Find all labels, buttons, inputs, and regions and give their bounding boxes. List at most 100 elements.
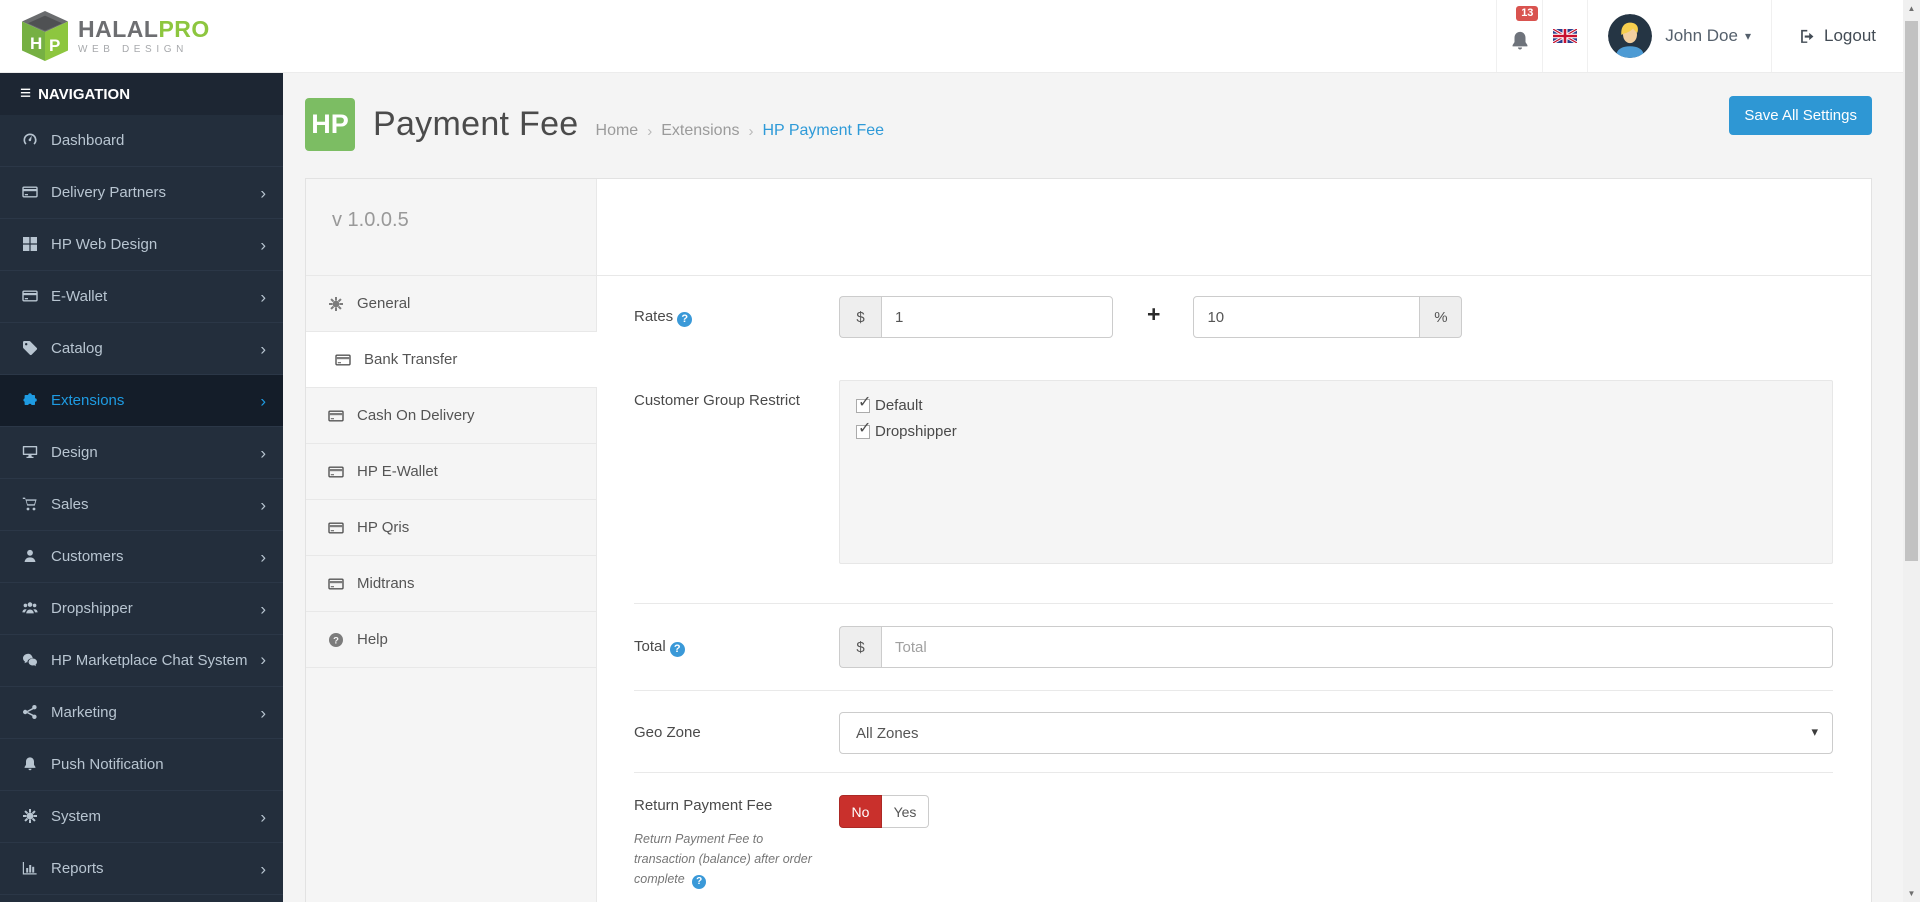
tab-cash-on-delivery[interactable]: Cash On Delivery xyxy=(306,388,596,444)
divider xyxy=(634,690,1833,691)
sidebar-item-catalog[interactable]: Catalog › xyxy=(0,323,283,375)
brand-name-primary: HALAL xyxy=(78,15,159,42)
customer-group-well: ✓ Default ✓ Dropshipper xyxy=(839,380,1833,564)
check-icon: ✓ xyxy=(858,419,872,437)
sidebar-item-dropshipper[interactable]: Dropshipper › xyxy=(0,583,283,635)
sidebar-item-sales[interactable]: Sales › xyxy=(0,479,283,531)
chevron-right-icon: › xyxy=(260,703,266,722)
rate-percent-input[interactable] xyxy=(1193,296,1421,338)
sidebar-item-reports[interactable]: Reports › xyxy=(0,843,283,895)
main-content: HP Payment Fee Home › Extensions › HP Pa… xyxy=(283,73,1903,902)
scroll-up-arrow-icon[interactable]: ▲ xyxy=(1903,4,1920,13)
total-group: $ xyxy=(839,626,1833,668)
credit-card-icon xyxy=(22,288,38,304)
save-all-settings-button[interactable]: Save All Settings xyxy=(1729,96,1872,135)
tab-midtrans[interactable]: Midtrans xyxy=(306,556,596,612)
tab-content: Rates? $ + % xyxy=(597,179,1871,902)
return-fee-yes-button[interactable]: Yes xyxy=(882,795,929,828)
page-title: Payment Fee xyxy=(373,104,579,143)
chevron-right-icon: › xyxy=(260,235,266,254)
bank-transfer-form: Rates? $ + % xyxy=(597,276,1871,902)
sidebar: ≡ NAVIGATION Dashboard Delivery Partners… xyxy=(0,73,283,902)
breadcrumb-extensions[interactable]: Extensions xyxy=(661,122,739,140)
sidebar-item-label: Catalog xyxy=(51,340,103,357)
breadcrumb: Home › Extensions › HP Payment Fee xyxy=(596,122,885,140)
rate-fixed-input[interactable] xyxy=(881,296,1113,338)
checkbox-label[interactable]: Dropshipper xyxy=(875,423,957,440)
user-menu[interactable]: John Doe ▾ xyxy=(1587,0,1771,72)
rate-fixed-group: $ xyxy=(839,296,1113,338)
check-icon: ✓ xyxy=(858,393,872,411)
halalpro-cube-logo-icon: H P xyxy=(22,11,68,61)
customer-group-option: ✓ Default xyxy=(856,394,1816,414)
sidebar-item-system[interactable]: System › xyxy=(0,791,283,843)
divider xyxy=(634,603,1833,604)
help-icon[interactable]: ? xyxy=(692,874,707,889)
sidebar-item-delivery-partners[interactable]: Delivery Partners › xyxy=(0,167,283,219)
sidebar-item-design[interactable]: Design › xyxy=(0,427,283,479)
return-fee-label: Return Payment Fee xyxy=(634,797,773,814)
chevron-right-icon: › xyxy=(748,122,754,140)
puzzle-icon xyxy=(22,392,38,408)
tab-bank-transfer[interactable]: Bank Transfer xyxy=(306,332,597,388)
sign-out-icon xyxy=(1799,28,1816,45)
bell-icon xyxy=(1509,30,1531,52)
tab-general[interactable]: General xyxy=(306,276,596,332)
sidebar-item-label: Push Notification xyxy=(51,756,164,773)
language-button[interactable] xyxy=(1542,0,1587,72)
help-icon[interactable]: ? xyxy=(677,311,693,327)
customer-group-option: ✓ Dropshipper xyxy=(856,420,1816,440)
sidebar-item-e-wallet[interactable]: E-Wallet › xyxy=(0,271,283,323)
dropshipper-checkbox[interactable]: ✓ xyxy=(856,420,871,439)
checkbox-label[interactable]: Default xyxy=(875,397,923,414)
sidebar-item-label: Dropshipper xyxy=(51,600,133,617)
windows-icon xyxy=(22,236,38,252)
sidebar-item-label: Reports xyxy=(51,860,104,877)
chevron-right-icon: › xyxy=(260,859,266,878)
help-icon[interactable]: ? xyxy=(669,641,685,657)
sidebar-item-label: Dashboard xyxy=(51,132,125,149)
chevron-right-icon: › xyxy=(260,599,266,618)
sidebar-item-label: Customers xyxy=(51,548,124,565)
tab-help[interactable]: Help xyxy=(306,612,596,668)
scroll-down-arrow-icon[interactable]: ▼ xyxy=(1903,889,1920,898)
credit-card-icon xyxy=(328,408,344,424)
credit-card-icon xyxy=(335,352,351,368)
sidebar-item-push-notification[interactable]: Push Notification xyxy=(0,739,283,791)
sidebar-item-label: Design xyxy=(51,444,98,461)
scrollbar-thumb[interactable] xyxy=(1905,21,1918,561)
return-payment-fee-row: Return Payment Fee Return Payment Fee to… xyxy=(634,795,1833,902)
hamburger-icon[interactable]: ≡ xyxy=(20,83,31,105)
tag-icon xyxy=(22,340,38,356)
sidebar-item-dashboard[interactable]: Dashboard xyxy=(0,115,283,167)
currency-addon: $ xyxy=(839,296,881,338)
breadcrumb-home[interactable]: Home xyxy=(596,122,639,140)
chat-icon xyxy=(22,652,38,668)
geo-zone-row: Geo Zone All Zones ▾ xyxy=(634,712,1833,754)
return-fee-no-button[interactable]: No xyxy=(839,795,882,828)
notifications-button[interactable]: 13 xyxy=(1496,0,1542,72)
sidebar-item-hp-web-design[interactable]: HP Web Design › xyxy=(0,219,283,271)
vertical-scrollbar[interactable]: ▲ ▼ xyxy=(1903,0,1920,902)
logout-button[interactable]: Logout xyxy=(1771,0,1903,72)
chevron-right-icon: › xyxy=(260,547,266,566)
tab-hp-e-wallet[interactable]: HP E-Wallet xyxy=(306,444,596,500)
sidebar-item-hp-marketplace-chat-system[interactable]: HP Marketplace Chat System › xyxy=(0,635,283,687)
gear-icon xyxy=(22,808,38,824)
total-input[interactable] xyxy=(881,626,1833,668)
sidebar-item-customers[interactable]: Customers › xyxy=(0,531,283,583)
tab-hp-qris[interactable]: HP Qris xyxy=(306,500,596,556)
customer-group-controls: ✓ Default ✓ Dropshipper xyxy=(839,380,1833,564)
share-icon xyxy=(22,704,38,720)
rate-percent-group: % xyxy=(1193,296,1463,338)
tab-label: Bank Transfer xyxy=(364,351,458,368)
chevron-right-icon: › xyxy=(647,122,653,140)
top-bar: H P HALALPRO WEB DESIGN 13 John Doe ▾ Lo… xyxy=(0,0,1903,73)
sidebar-item-label: Delivery Partners xyxy=(51,184,167,201)
sidebar-item-extensions[interactable]: Extensions › xyxy=(0,375,283,427)
geo-zone-select[interactable]: All Zones xyxy=(839,712,1833,754)
total-controls: $ xyxy=(839,626,1833,668)
sidebar-item-marketing[interactable]: Marketing › xyxy=(0,687,283,739)
monitor-icon xyxy=(22,444,38,460)
default-checkbox[interactable]: ✓ xyxy=(856,394,871,413)
